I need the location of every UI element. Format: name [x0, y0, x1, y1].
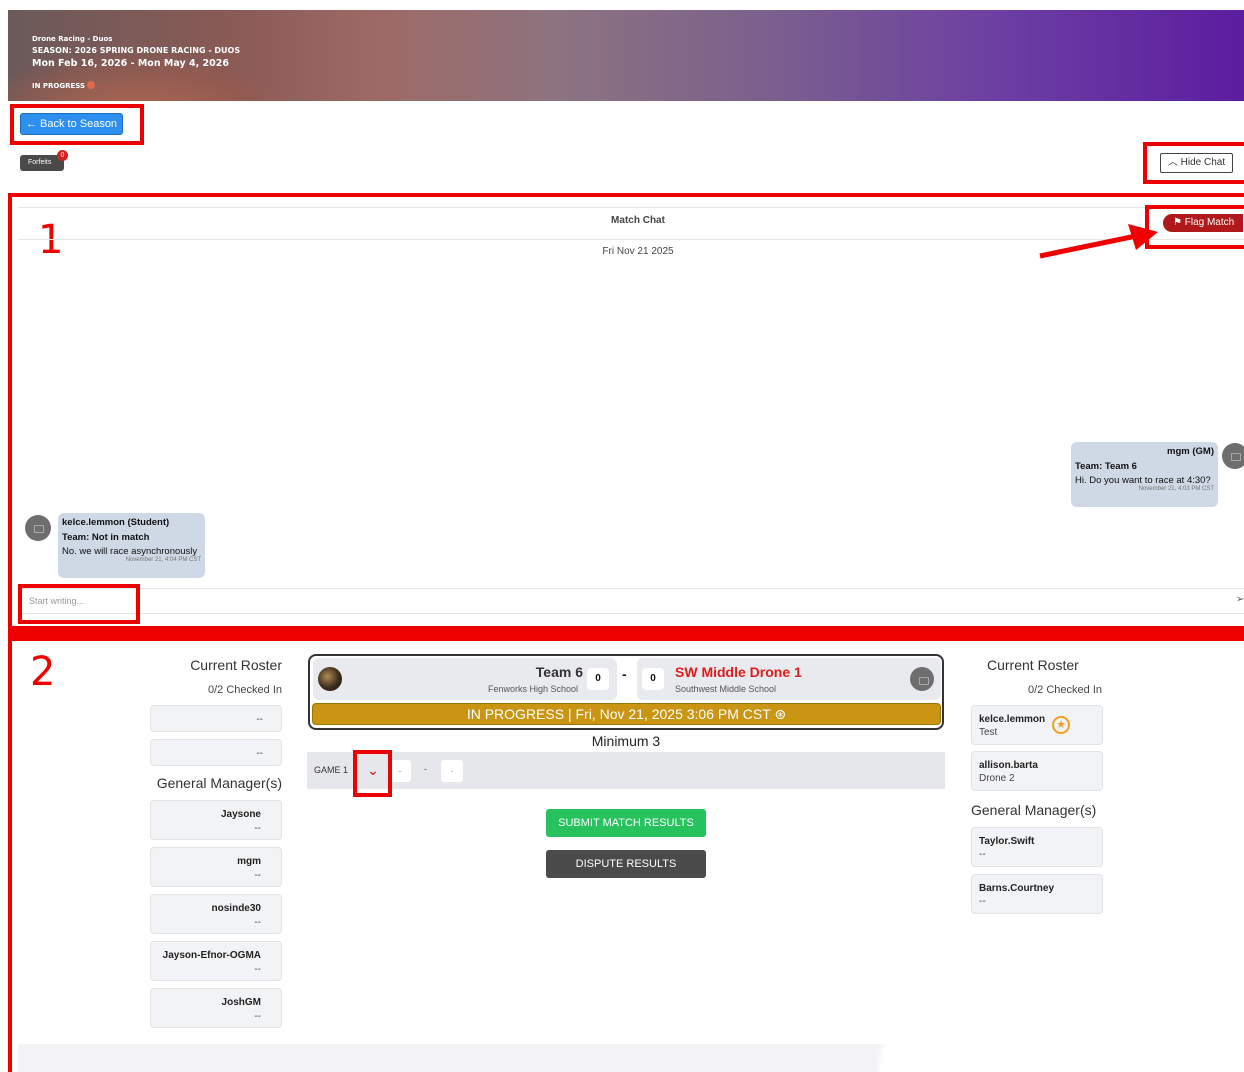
minimum-games: Minimum 3	[591, 733, 661, 749]
gm-name: Jayson-Efnor-OGMA	[162, 950, 261, 961]
message-time: November 21, 4:03 PM CST	[1138, 486, 1214, 492]
player-sub: Test	[979, 727, 998, 738]
gm-name: Jaysone	[220, 809, 261, 820]
left-gm-heading: General Manager(s)	[156, 775, 282, 791]
banner-season: SEASON: 2026 SPRING DRONE RACING - DUOS	[32, 46, 241, 55]
score-separator: -	[622, 666, 627, 682]
right-checked-in: 0/2 Checked In	[1028, 684, 1102, 696]
game-label: GAME 1	[314, 765, 349, 775]
annotation-box-back	[10, 104, 144, 145]
right-gm-heading: General Manager(s)	[971, 802, 1097, 818]
annotation-box-hide-chat	[1143, 142, 1244, 184]
annotation-label-2: 2	[30, 649, 56, 695]
team-left-score: 0	[587, 668, 609, 690]
gm-sub: --	[979, 896, 986, 907]
gm-sub: --	[979, 849, 986, 860]
game-row: GAME 1 ⌄ - - -	[307, 752, 945, 789]
player-name: allison.barta	[979, 760, 1038, 771]
chat-message-mgm: mgm (GM) Team: Team 6 Hi. Do you want to…	[1071, 442, 1218, 507]
team-right-score: 0	[642, 668, 664, 690]
message-author: kelce.lemmon (Student)	[62, 517, 170, 528]
top-caption-strip	[0, 0, 1244, 10]
player-sub: Drone 2	[979, 773, 1015, 784]
team-right-name: SW Middle Drone 1	[675, 664, 802, 680]
left-gm-card: Jaysone --	[150, 800, 282, 840]
gm-sub: --	[254, 1011, 261, 1022]
status-dot-icon	[87, 81, 96, 89]
team-left-panel: Team 6 Fenworks High School 0	[313, 658, 617, 700]
player-name: kelce.lemmon	[979, 714, 1046, 725]
chat-title: Match Chat	[611, 215, 665, 226]
arrow-circle-right-icon: ⊛	[770, 706, 787, 722]
message-team: Team: Team 6	[1075, 461, 1137, 472]
left-gm-card: nosinde30 --	[150, 894, 282, 934]
annotation-arrow-icon	[1039, 224, 1158, 259]
banner-dates: Mon Feb 16, 2026 - Mon May 4, 2026	[32, 58, 229, 69]
gm-name: nosinde30	[211, 903, 261, 914]
team-left-school: Fenworks High School	[487, 684, 578, 694]
left-gm-card: Jayson-Efnor-OGMA --	[150, 941, 282, 981]
left-player-slot: --	[150, 739, 282, 766]
avatar	[25, 515, 51, 541]
chat-input-row	[18, 588, 1244, 614]
right-gm-card: Taylor.Swift --	[971, 827, 1103, 867]
chat-message-kelce: kelce.lemmon (Student) Team: Not in matc…	[58, 513, 205, 578]
send-icon[interactable]: ➢	[1236, 594, 1244, 605]
gm-sub: --	[254, 917, 261, 928]
gm-sub: --	[254, 823, 261, 834]
forfeits-button[interactable]: Forfeits 0	[20, 150, 68, 171]
footer-fade	[18, 1044, 1244, 1072]
left-player-slot: --	[150, 705, 282, 732]
right-player-card: kelce.lemmon Test ★	[971, 705, 1103, 745]
player-name: --	[256, 748, 263, 759]
team-right-logo	[910, 667, 934, 691]
message-text: No. we will race asynchronously	[62, 546, 198, 557]
gm-name: Taylor.Swift	[979, 836, 1035, 847]
right-gm-card: Barns.Courtney --	[971, 874, 1103, 914]
avatar	[1222, 443, 1244, 469]
chat-date: Fri Nov 21 2025	[602, 246, 674, 257]
captain-star-icon: ★	[1052, 716, 1070, 734]
message-author: mgm (GM)	[1167, 446, 1214, 457]
game-right-score[interactable]: -	[441, 760, 463, 782]
left-roster-heading: Current Roster	[190, 657, 282, 673]
season-banner: Drone Racing - Duos SEASON: 2026 SPRING …	[8, 10, 1244, 101]
dispute-results-button[interactable]: DISPUTE RESULTS	[546, 850, 706, 878]
team-left-name: Team 6	[535, 664, 583, 680]
left-gm-card: JoshGM --	[150, 988, 282, 1028]
team-right-school: Southwest Middle School	[675, 684, 777, 694]
right-player-card: allison.barta Drone 2	[971, 751, 1103, 791]
banner-status-label: IN PROGRESS	[32, 82, 86, 90]
banner-category: Drone Racing - Duos	[32, 35, 113, 43]
right-roster-heading: Current Roster	[987, 657, 1079, 673]
left-gm-card: mgm --	[150, 847, 282, 887]
player-name: --	[256, 714, 263, 725]
game-score-separator: -	[424, 764, 427, 774]
team-left-logo	[318, 667, 342, 691]
gm-sub: --	[254, 964, 261, 975]
gm-name: Barns.Courtney	[979, 883, 1055, 894]
message-time: November 21, 4:04 PM CST	[125, 557, 201, 563]
annotation-box-input	[18, 584, 140, 624]
message-team: Team: Not in match	[62, 532, 150, 543]
submit-match-results-button[interactable]: SUBMIT MATCH RESULTS	[546, 809, 706, 837]
gm-name: JoshGM	[221, 997, 261, 1008]
gm-sub: --	[254, 870, 261, 881]
gm-name: mgm	[237, 856, 261, 867]
annotation-box-game-dropdown	[353, 750, 392, 797]
forfeits-count-badge: 0	[57, 150, 68, 161]
forfeits-label: Forfeits	[28, 159, 52, 166]
match-status-text: IN PROGRESS | Fri, Nov 21, 2025 3:06 PM …	[466, 706, 771, 722]
match-status-bar[interactable]: IN PROGRESS | Fri, Nov 21, 2025 3:06 PM …	[312, 703, 941, 725]
game-left-score[interactable]: -	[389, 760, 411, 782]
banner-status: IN PROGRESS	[32, 81, 96, 90]
left-checked-in: 0/2 Checked In	[208, 684, 282, 696]
team-right-panel: 0 SW Middle Drone 1 Southwest Middle Sch…	[637, 658, 941, 700]
message-text: Hi. Do you want to race at 4:30?	[1075, 475, 1211, 486]
